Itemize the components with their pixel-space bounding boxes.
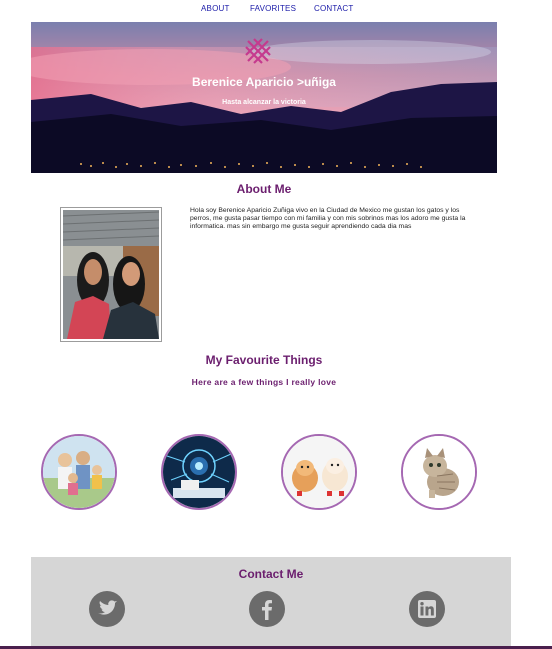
favourites-heading: My Favourite Things [205,353,323,367]
facebook-button[interactable] [249,591,285,627]
hero-banner: Berenice Aparicio >uñiga Hasta alcanzar … [31,22,497,173]
favourite-family-photo [41,434,117,510]
hero-title: Berenice Aparicio >uñiga [192,75,336,89]
profile-photo [60,207,162,342]
about-paragraph: Hola soy Berenice Aparicio Zuñiga vivo e… [190,207,466,230]
cat-photo [403,436,475,508]
nav-link-about[interactable]: ABOUT [201,4,230,13]
technology-photo [163,436,235,508]
linkedin-button[interactable] [409,591,445,627]
twitter-button[interactable] [89,591,125,627]
hero-subtitle: Hasta alcanzar la victoria [222,99,306,106]
top-nav: ABOUT FAVORITES CONTACT [0,0,552,18]
linkedin-icon [418,600,436,618]
family-photo [43,436,115,508]
favourite-dogs-photo [281,434,357,510]
cross-hatch-logo-icon [245,38,271,64]
favourite-technology-photo [161,434,237,510]
facebook-icon [262,600,272,620]
nav-link-favorites[interactable]: FAVORITES [250,4,296,13]
profile-photo-image [63,210,159,339]
contact-section: Contact Me [31,557,511,649]
favourite-cat-photo [401,434,477,510]
about-heading: About Me [236,182,292,196]
contact-heading: Contact Me [238,567,304,581]
favourites-subheading: Here are a few things I really love [191,377,337,387]
twitter-icon [98,600,117,615]
nav-link-contact[interactable]: CONTACT [314,4,353,13]
dogs-photo [283,436,355,508]
